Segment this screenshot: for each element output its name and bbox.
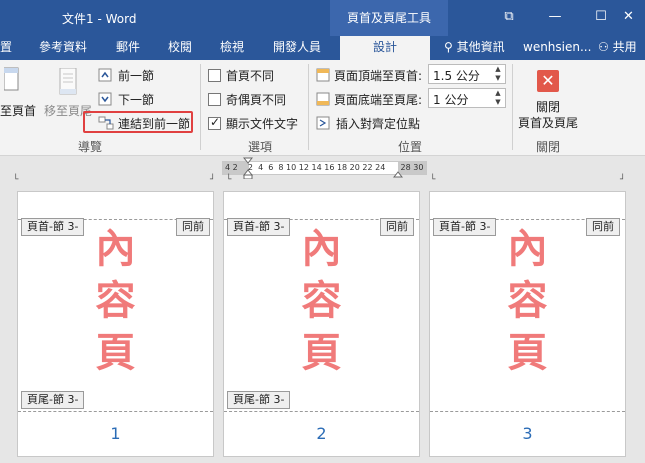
- page-number: 3: [522, 424, 533, 443]
- show-document-text-label: 顯示文件文字: [226, 117, 299, 131]
- header-from-top-value: 1.5 公分: [433, 69, 480, 83]
- content-char-3: 頁: [507, 330, 548, 376]
- ribbon-tab-row: 置 參考資料 郵件 校閱 檢視 開發人員 設計 ⚲ 其他資訊 wenhsien.…: [0, 36, 645, 60]
- insert-alignment-tab-label: 插入對齊定位點: [336, 117, 421, 131]
- different-first-page-checkbox[interactable]: [208, 69, 221, 82]
- content-char-1: 內: [507, 226, 548, 272]
- page-3[interactable]: 頁首-節 3- 同前 內 容 頁 3: [429, 191, 626, 457]
- content-char-3: 頁: [95, 330, 136, 376]
- close-group-label: 關閉: [535, 140, 560, 154]
- next-section-label: 下一節: [118, 93, 155, 107]
- context-tab-title: 頁首及頁尾工具: [330, 0, 448, 36]
- tab-review[interactable]: 校閱: [160, 36, 200, 60]
- close-icon: ✕: [537, 70, 559, 92]
- window-title: 文件1 - Word: [62, 12, 137, 26]
- content-char-2: 容: [507, 278, 548, 324]
- footer-boundary: [430, 411, 625, 412]
- page-number: 2: [316, 424, 327, 443]
- tab-developer[interactable]: 開發人員: [264, 36, 330, 60]
- ribbon-design: 至頁首 移至頁尾 前一節 下一節 連結到前一節 導覽 首頁不同 奇偶頁不同 ✓ …: [0, 60, 645, 156]
- first-line-indent-marker-icon[interactable]: [243, 157, 253, 179]
- go-to-header-icon: [4, 67, 19, 91]
- person-icon: ⚇: [598, 40, 609, 54]
- group-divider: [200, 64, 201, 150]
- different-odd-even-option[interactable]: 奇偶頁不同: [208, 90, 298, 108]
- insert-alignment-tab-button[interactable]: 插入對齊定位點: [316, 114, 426, 132]
- page-corner-marker: ┘: [620, 175, 626, 185]
- page-corner-marker: ┘: [210, 175, 216, 185]
- footer-tag: 頁尾-節 3-: [227, 391, 291, 409]
- options-group-label: 選項: [247, 140, 272, 154]
- page-2[interactable]: 頁首-節 3- 同前 內 容 頁 頁尾-節 3- 2: [223, 191, 420, 457]
- share-button[interactable]: ⚇ 共用: [598, 36, 637, 60]
- footer-position-icon: [316, 92, 330, 106]
- go-to-footer-icon: [59, 68, 77, 95]
- ribbon-display-options-icon[interactable]: ⧉: [486, 0, 532, 36]
- tab-view[interactable]: 檢視: [212, 36, 252, 60]
- next-section-button[interactable]: 下一節: [98, 90, 168, 108]
- different-first-page-label: 首頁不同: [226, 69, 275, 83]
- go-to-header-button[interactable]: 至頁首: [0, 64, 40, 120]
- next-section-icon: [98, 92, 112, 106]
- show-document-text-option[interactable]: 顯示文件文字: [208, 114, 306, 132]
- spin-down-icon[interactable]: ▼: [491, 98, 505, 107]
- tell-me-box[interactable]: ⚲ 其他資訊: [444, 36, 505, 60]
- link-to-previous-highlight: [83, 111, 193, 133]
- content-char-2: 容: [301, 278, 342, 324]
- different-odd-even-label: 奇偶頁不同: [226, 93, 287, 107]
- user-account[interactable]: wenhsien...: [523, 36, 591, 60]
- close-label-line2: 頁首及頁尾: [518, 116, 579, 130]
- footer-from-bottom-spinner[interactable]: 1 公分 ▲ ▼: [428, 88, 506, 108]
- alignment-tab-icon: [316, 116, 330, 130]
- tell-me-label: 其他資訊: [456, 40, 505, 54]
- different-odd-even-checkbox[interactable]: [208, 93, 221, 106]
- navigation-group-label: 導覽: [77, 140, 102, 154]
- header-position-icon: [316, 68, 330, 82]
- footer-boundary: [224, 411, 419, 412]
- content-char-2: 容: [95, 278, 136, 324]
- content-char-1: 內: [95, 226, 136, 272]
- page-corner-marker: └: [430, 175, 436, 185]
- footer-boundary: [18, 411, 213, 412]
- header-from-top-label: 頁面頂端至頁首:: [334, 69, 423, 83]
- content-char-1: 內: [301, 226, 342, 272]
- tab-references[interactable]: 參考資料: [30, 36, 96, 60]
- footer-tag: 頁尾-節 3-: [21, 391, 85, 409]
- group-divider: [308, 64, 309, 150]
- minimize-button[interactable]: —: [532, 0, 578, 36]
- ruler-area: 4 2 2 4 6 8 10 12 14 16 18 20 22 24 28 3…: [0, 157, 645, 185]
- page-1[interactable]: 頁首-節 3- 同前 內 容 頁 頁尾-節 3- 1: [17, 191, 214, 457]
- page-corner-marker: └: [226, 175, 232, 185]
- tab-layout-partial[interactable]: 置: [0, 36, 12, 60]
- spin-up-icon[interactable]: ▲: [491, 65, 505, 74]
- tab-mailings[interactable]: 郵件: [108, 36, 148, 60]
- tab-design[interactable]: 設計: [340, 36, 430, 60]
- footer-from-bottom-value: 1 公分: [433, 93, 469, 107]
- lightbulb-icon: ⚲: [444, 40, 453, 54]
- header-from-top-spinner[interactable]: 1.5 公分 ▲ ▼: [428, 64, 506, 84]
- position-group-label: 位置: [397, 140, 422, 154]
- document-workspace: 頁首-節 3- 同前 內 容 頁 頁尾-節 3- 1 頁首-節 3- 同前 內 …: [0, 185, 645, 463]
- content-char-3: 頁: [301, 330, 342, 376]
- go-to-header-label: 至頁首: [0, 104, 37, 118]
- close-label-line1: 關閉: [536, 100, 561, 114]
- close-header-footer-button[interactable]: ✕ 關閉 頁首及頁尾: [516, 66, 580, 132]
- previous-section-button[interactable]: 前一節: [98, 66, 168, 84]
- page-corner-marker: └: [13, 175, 19, 185]
- spin-down-icon[interactable]: ▼: [491, 74, 505, 83]
- title-bar: 文件1 - Word 頁首及頁尾工具 ⧉ — ☐ ✕: [0, 0, 645, 36]
- close-window-button[interactable]: ✕: [612, 0, 645, 36]
- footer-from-bottom-label: 頁面底端至頁尾:: [334, 93, 423, 107]
- group-divider: [512, 64, 513, 150]
- previous-section-label: 前一節: [118, 69, 155, 83]
- spin-up-icon[interactable]: ▲: [491, 89, 505, 98]
- different-first-page-option[interactable]: 首頁不同: [208, 66, 298, 84]
- page-number: 1: [110, 424, 121, 443]
- previous-section-icon: [98, 68, 112, 82]
- share-label: 共用: [612, 40, 637, 54]
- show-document-text-checkbox[interactable]: [208, 115, 221, 130]
- right-indent-marker-icon[interactable]: [393, 169, 403, 179]
